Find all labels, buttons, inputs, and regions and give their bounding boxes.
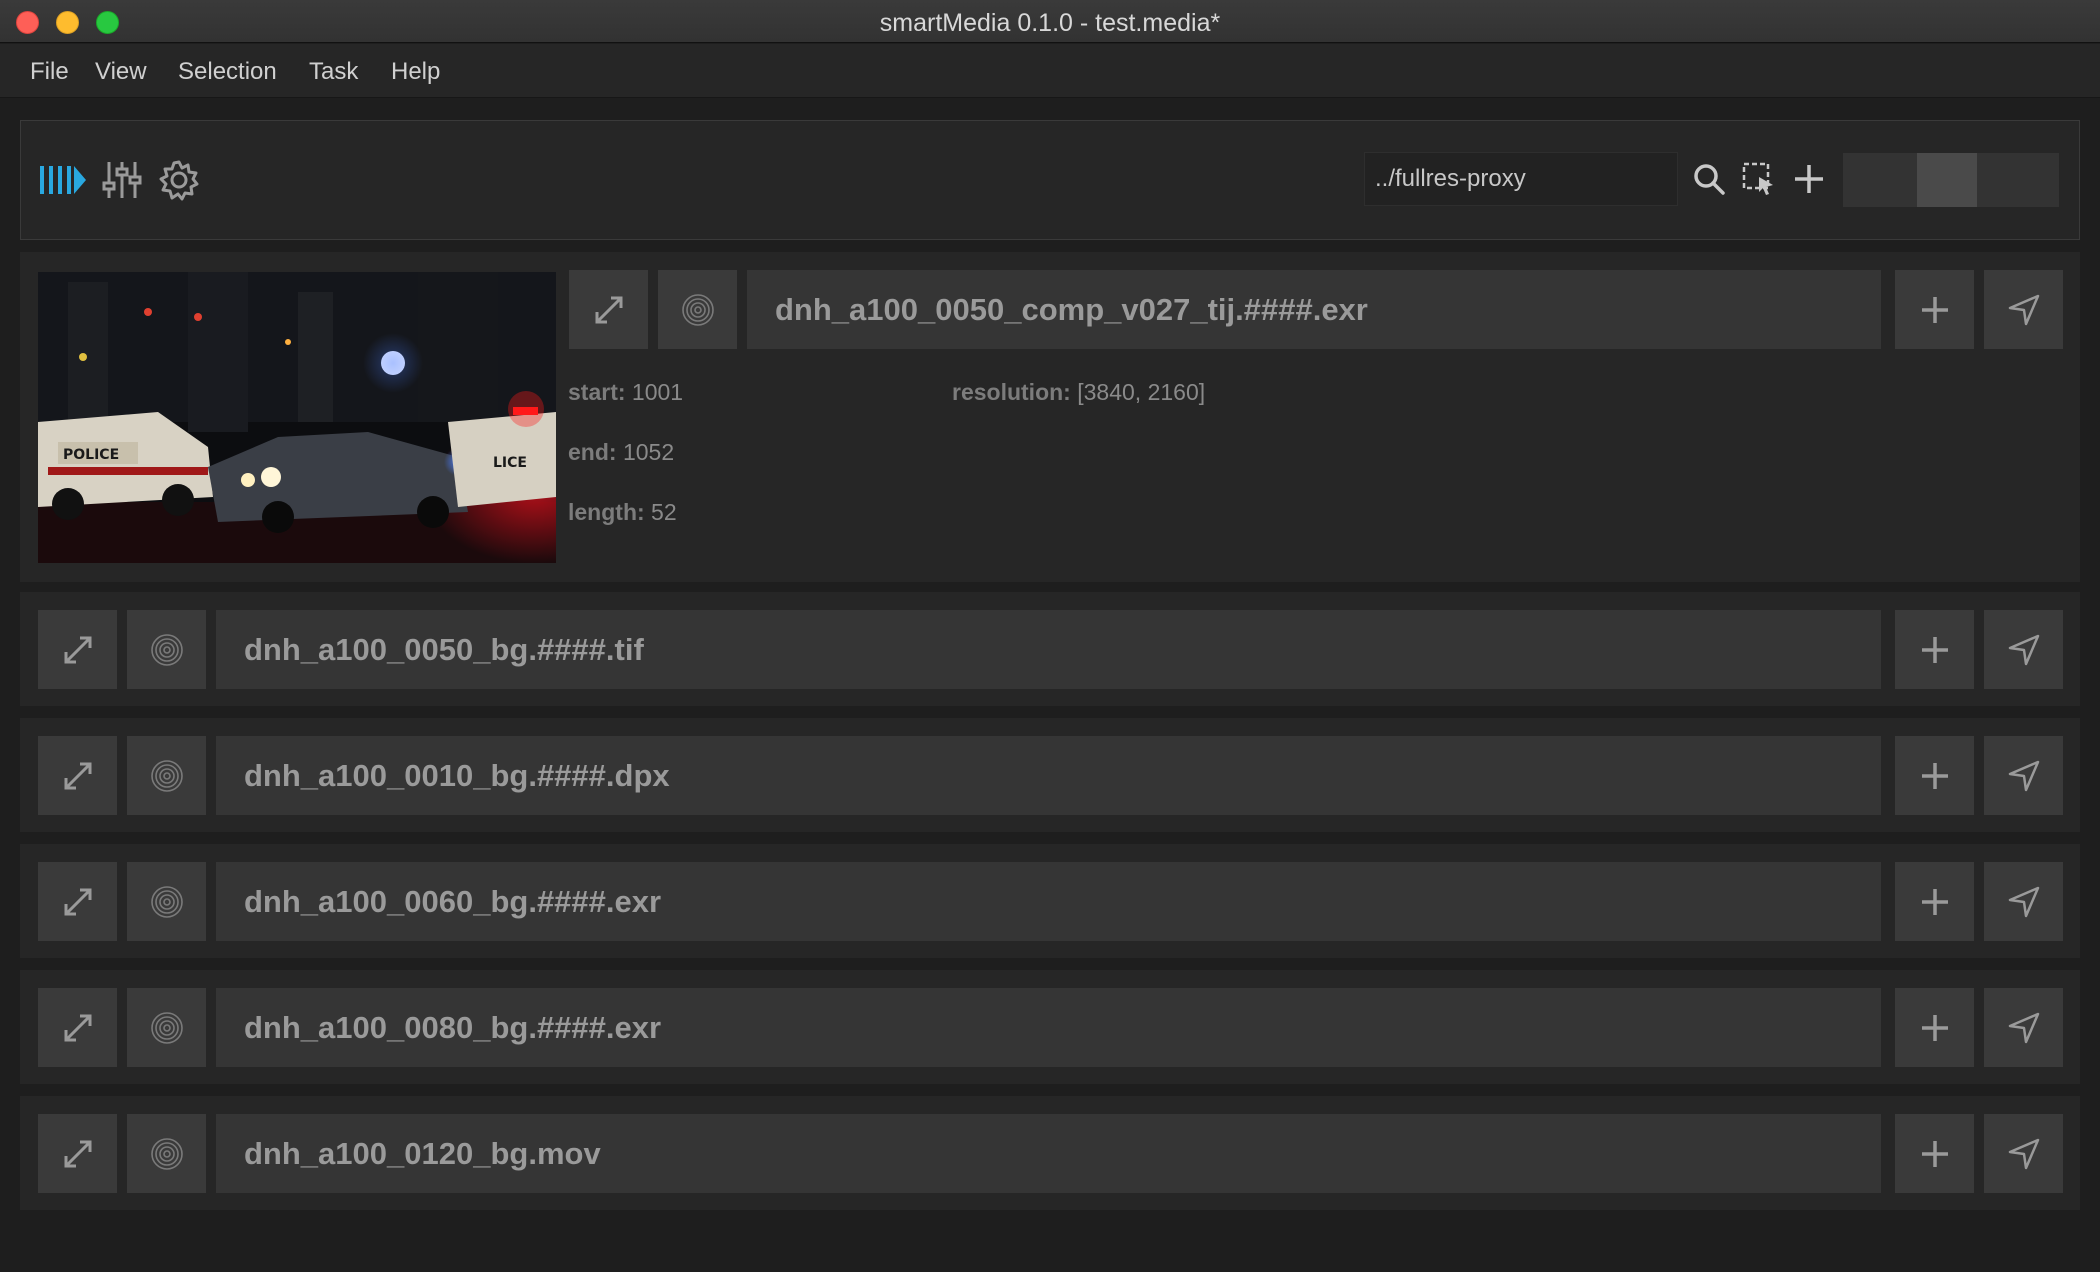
media-name[interactable]: dnh_a100_0050_comp_v027_tij.####.exr [747, 270, 1881, 349]
svg-text:POLICE: POLICE [63, 447, 119, 463]
view-toggle-left[interactable] [1843, 153, 1917, 207]
fingerprint-icon [150, 633, 183, 666]
expand-arrows-icon [64, 762, 91, 789]
fingerprint-icon [150, 885, 183, 918]
add-button[interactable] [1895, 862, 1974, 941]
expand-arrows-icon [595, 296, 622, 323]
expand-button[interactable] [38, 862, 117, 941]
media-name[interactable]: dnh_a100_0120_bg.mov [216, 1114, 1881, 1193]
media-name[interactable]: dnh_a100_0080_bg.####.exr [216, 988, 1881, 1067]
meta-resolution: resolution: [3840, 2160] [952, 379, 1205, 406]
meta-resolution-value: [3840, 2160] [1077, 379, 1206, 405]
send-button[interactable] [1984, 610, 2063, 689]
path-input[interactable]: ../fullres-proxy [1364, 152, 1678, 206]
menu-view[interactable]: View [95, 58, 147, 86]
fingerprint-icon [150, 1011, 183, 1044]
fingerprint-icon [150, 759, 183, 792]
expand-arrows-icon [64, 888, 91, 915]
send-icon [2008, 294, 2039, 325]
send-icon [2008, 1012, 2039, 1043]
media-name[interactable]: dnh_a100_0050_bg.####.tif [216, 610, 1881, 689]
expand-button[interactable] [569, 270, 648, 349]
plus-icon [1921, 1140, 1948, 1167]
media-item[interactable]: dnh_a100_0080_bg.####.exr [20, 970, 2080, 1084]
window-title: smartMedia 0.1.0 - test.media* [879, 9, 1221, 37]
send-button[interactable] [1984, 862, 2063, 941]
meta-end-label: end: [568, 439, 617, 465]
expand-arrows-icon [64, 1140, 91, 1167]
expand-button[interactable] [38, 610, 117, 689]
media-thumbnail: POLICE LICE [38, 272, 556, 563]
view-toggle-right[interactable] [1977, 153, 2059, 207]
add-button[interactable] [1895, 610, 1974, 689]
send-icon [2008, 760, 2039, 791]
plus-icon [1921, 888, 1948, 915]
expand-button[interactable] [38, 988, 117, 1067]
send-button[interactable] [1984, 1114, 2063, 1193]
send-button[interactable] [1984, 270, 2063, 349]
fingerprint-button[interactable] [127, 736, 206, 815]
sliders-icon[interactable] [99, 157, 145, 203]
menu-help[interactable]: Help [391, 58, 440, 86]
media-name[interactable]: dnh_a100_0060_bg.####.exr [216, 862, 1881, 941]
plus-icon [1921, 762, 1948, 789]
meta-start: start: 1001 [568, 379, 683, 406]
meta-length-label: length: [568, 499, 645, 525]
plus-icon [1921, 636, 1948, 663]
expand-arrows-icon [64, 636, 91, 663]
media-item-expanded[interactable]: POLICE LICE dnh_a100_0050_comp_v027_tij.… [20, 252, 2080, 582]
media-item[interactable]: dnh_a100_0120_bg.mov [20, 1096, 2080, 1210]
media-item[interactable]: dnh_a100_0050_bg.####.tif [20, 592, 2080, 706]
view-toggle-middle[interactable] [1917, 153, 1977, 207]
add-button[interactable] [1895, 988, 1974, 1067]
send-button[interactable] [1984, 736, 2063, 815]
meta-end: end: 1052 [568, 439, 674, 466]
add-button[interactable] [1895, 1114, 1974, 1193]
add-button[interactable] [1895, 270, 1974, 349]
meta-length-value: 52 [651, 499, 677, 525]
send-icon [2008, 634, 2039, 665]
menu-file[interactable]: File [30, 58, 69, 86]
play-bars-icon[interactable] [37, 157, 89, 203]
window-titlebar: smartMedia 0.1.0 - test.media* [0, 0, 2100, 43]
meta-end-value: 1052 [622, 439, 675, 465]
meta-start-label: start: [568, 379, 626, 405]
plus-icon [1921, 296, 1948, 323]
media-name[interactable]: dnh_a100_0010_bg.####.dpx [216, 736, 1881, 815]
fingerprint-button[interactable] [658, 270, 737, 349]
fingerprint-button[interactable] [127, 1114, 206, 1193]
select-cursor-icon[interactable] [1739, 159, 1779, 199]
send-icon [2008, 886, 2039, 917]
fingerprint-button[interactable] [127, 610, 206, 689]
add-button[interactable] [1895, 736, 1974, 815]
fingerprint-icon [681, 293, 714, 326]
send-button[interactable] [1984, 988, 2063, 1067]
search-icon[interactable] [1689, 159, 1729, 199]
plus-icon[interactable] [1789, 159, 1829, 199]
expand-button[interactable] [38, 1114, 117, 1193]
svg-text:LICE: LICE [493, 455, 527, 471]
media-item[interactable]: dnh_a100_0010_bg.####.dpx [20, 718, 2080, 832]
send-icon [2008, 1138, 2039, 1169]
menu-selection[interactable]: Selection [178, 58, 277, 86]
fingerprint-button[interactable] [127, 862, 206, 941]
meta-length: length: 52 [568, 499, 677, 526]
plus-icon [1921, 1014, 1948, 1041]
menu-bar: File View Selection Task Help [0, 44, 2100, 98]
fingerprint-button[interactable] [127, 988, 206, 1067]
fingerprint-icon [150, 1137, 183, 1170]
expand-button[interactable] [38, 736, 117, 815]
meta-start-value: 1001 [631, 379, 684, 405]
view-toggle [1843, 153, 2059, 207]
gear-icon[interactable] [156, 157, 202, 203]
expand-arrows-icon [64, 1014, 91, 1041]
toolbar: ../fullres-proxy [20, 120, 2080, 240]
media-item[interactable]: dnh_a100_0060_bg.####.exr [20, 844, 2080, 958]
meta-resolution-label: resolution: [952, 379, 1071, 405]
menu-task[interactable]: Task [309, 58, 358, 86]
